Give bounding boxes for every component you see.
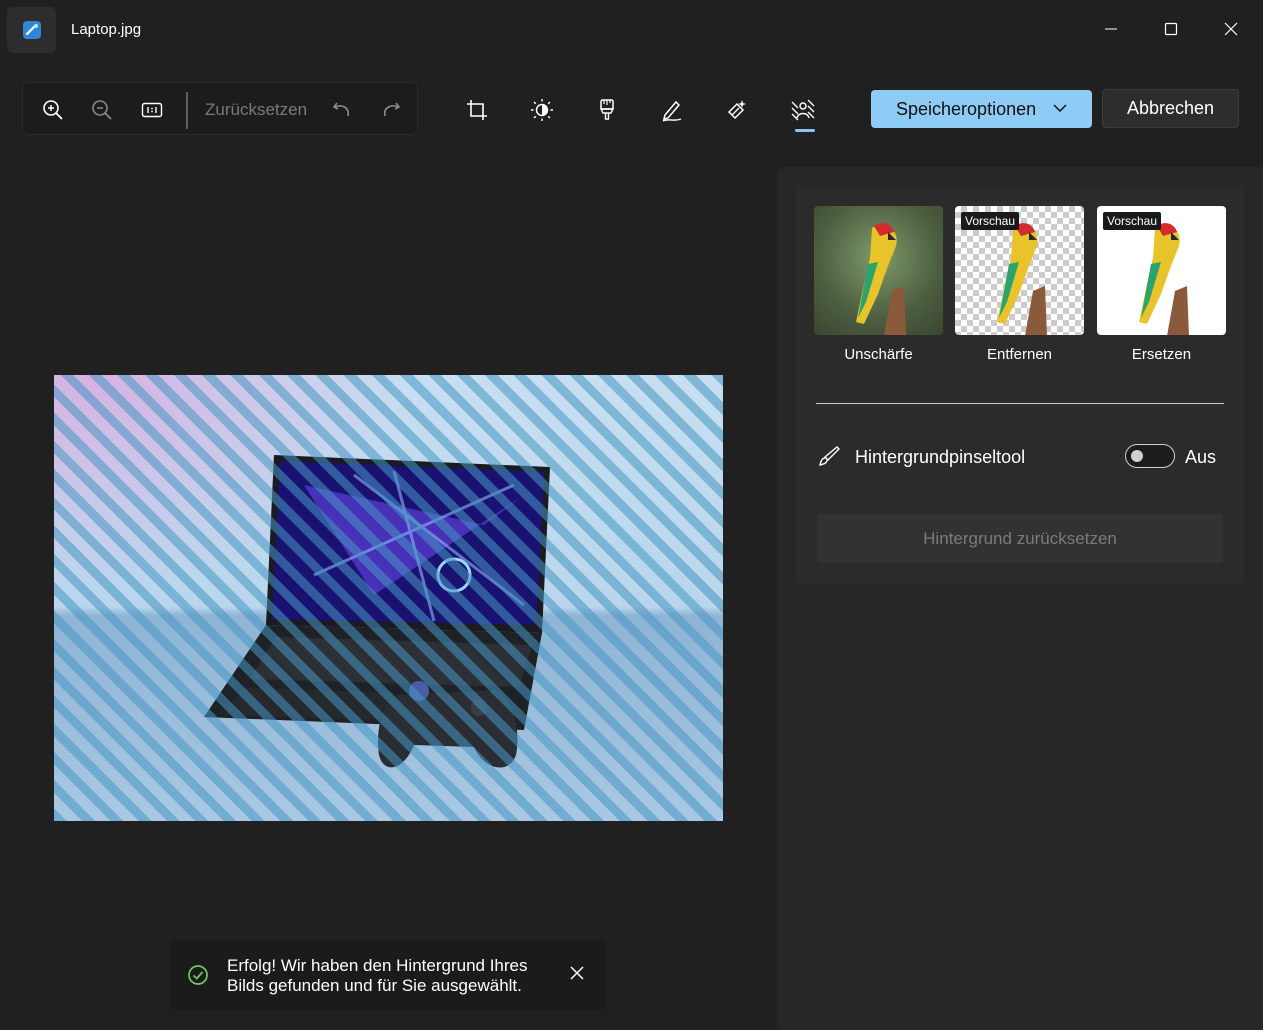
chevron-down-icon	[1053, 104, 1067, 113]
blur-label: Unschärfe	[844, 346, 913, 363]
reset-background-button[interactable]: Hintergrund zurücksetzen	[817, 514, 1223, 563]
zoom-toolbar: Zurücksetzen	[22, 82, 418, 135]
reset-zoom-button[interactable]: Zurücksetzen	[205, 100, 307, 120]
window-title: Laptop.jpg	[71, 21, 142, 38]
preview-badge: Vorschau	[961, 212, 1020, 230]
toggle-knob	[1131, 450, 1143, 462]
markup-icon[interactable]	[657, 96, 687, 124]
minimize-icon[interactable]	[1096, 14, 1126, 44]
brush-tool-toggle[interactable]	[1125, 444, 1175, 468]
filter-icon[interactable]	[592, 96, 622, 124]
maximize-icon[interactable]	[1156, 14, 1186, 44]
blur-thumbnail[interactable]	[814, 206, 943, 335]
undo-icon[interactable]	[329, 97, 355, 123]
zoom-in-icon[interactable]	[40, 97, 66, 123]
remove-label: Entfernen	[986, 346, 1053, 363]
save-options-button[interactable]: Speicheroptionen	[871, 90, 1092, 128]
close-icon[interactable]	[568, 964, 586, 987]
close-icon[interactable]	[1216, 14, 1246, 44]
zoom-out-icon[interactable]	[89, 97, 115, 123]
photos-app-icon[interactable]	[7, 7, 56, 53]
success-check-icon	[187, 964, 209, 991]
adjust-icon[interactable]	[527, 96, 557, 124]
cancel-button[interactable]: Abbrechen	[1102, 89, 1239, 128]
save-options-label: Speicheroptionen	[896, 98, 1037, 119]
background-icon[interactable]	[788, 96, 818, 124]
toast-message: Erfolg! Wir haben den Hintergrund Ihres …	[227, 956, 528, 995]
redo-icon[interactable]	[378, 97, 404, 123]
brush-icon	[818, 445, 840, 472]
active-tool-indicator	[795, 129, 815, 132]
success-toast: Erfolg! Wir haben den Hintergrund Ihres …	[170, 940, 607, 1010]
brush-tool-label: Hintergrundpinseltool	[855, 447, 1026, 467]
toolbar-separator	[186, 92, 188, 129]
remove-thumbnail[interactable]: Vorschau	[955, 206, 1084, 335]
erase-icon[interactable]	[722, 96, 752, 124]
crop-icon[interactable]	[462, 96, 492, 124]
actual-size-icon[interactable]	[139, 97, 165, 123]
background-selection-overlay	[54, 375, 723, 821]
brush-toggle-state: Aus	[1185, 447, 1217, 467]
replace-label: Ersetzen	[1131, 346, 1192, 363]
replace-thumbnail[interactable]: Vorschau	[1097, 206, 1226, 335]
preview-badge: Vorschau	[1103, 212, 1162, 230]
panel-divider	[816, 403, 1224, 404]
parrot-image	[856, 223, 906, 335]
image-canvas[interactable]	[54, 375, 723, 821]
